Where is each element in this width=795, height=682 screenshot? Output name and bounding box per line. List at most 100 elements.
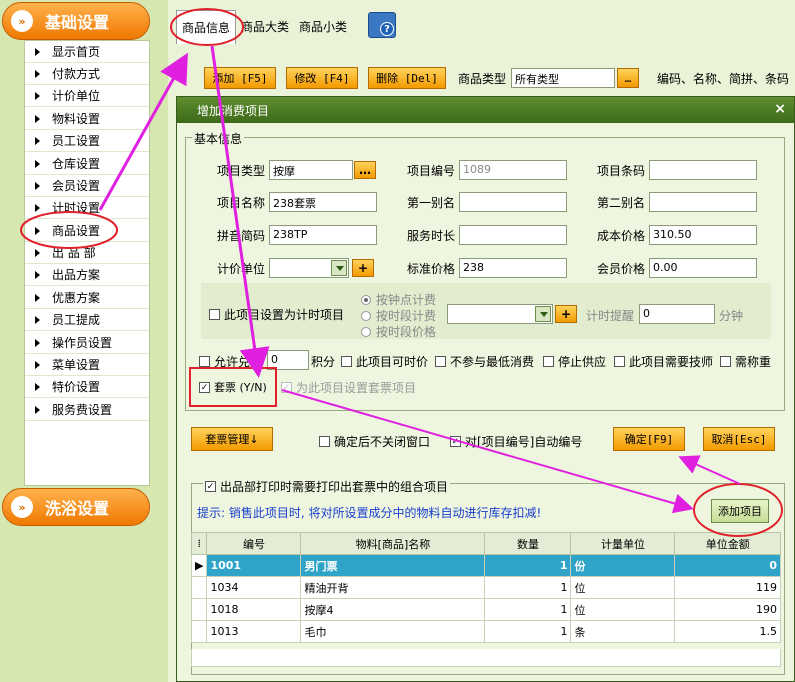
cell-name[interactable]: 毛巾 xyxy=(300,620,486,643)
no-close-checkbox[interactable]: 确定后不关闭窗口 xyxy=(319,433,430,450)
ok-button[interactable]: 确定[F9] xyxy=(613,427,685,451)
cell-qty[interactable]: 1 xyxy=(484,598,572,621)
item-type-picker-button[interactable]: … xyxy=(354,161,376,179)
cell-name[interactable]: 男门票 xyxy=(300,554,486,577)
barcode-field[interactable] xyxy=(649,160,757,180)
table-row[interactable]: ▶ 1001 男门票 1 份 0 xyxy=(190,554,781,577)
stop-supply-checkbox[interactable]: 停止供应 xyxy=(543,353,606,370)
cell-unit[interactable]: 份 xyxy=(570,554,676,577)
cell-price[interactable]: 0 xyxy=(674,554,781,577)
cell-name[interactable]: 精油开背 xyxy=(300,576,486,599)
arrow-right-icon xyxy=(35,382,40,391)
cell-unit[interactable]: 位 xyxy=(570,598,676,621)
section-bath-settings[interactable]: » 洗浴设置 xyxy=(2,488,150,526)
cell-price[interactable]: 1.5 xyxy=(674,620,781,643)
cell-qty[interactable]: 1 xyxy=(484,620,572,643)
cell-name[interactable]: 按摩4 xyxy=(300,598,486,621)
no-min-consume-checkbox[interactable]: 不参与最低消费 xyxy=(435,353,534,370)
sidebar-item-commission[interactable]: 员工提成 xyxy=(25,309,149,331)
unit-add-button[interactable]: + xyxy=(352,259,374,277)
cell-unit[interactable]: 条 xyxy=(570,620,676,643)
radio-period-price[interactable]: 按时段价格 xyxy=(361,323,436,340)
cancel-button[interactable]: 取消[Esc] xyxy=(703,427,775,451)
table-row[interactable]: 1018 按摩4 1 位 190 xyxy=(190,598,781,621)
help-icon[interactable]: ? xyxy=(368,12,396,38)
cell-code[interactable]: 1013 xyxy=(206,620,302,643)
section-title: 基础设置 xyxy=(45,13,110,32)
arrow-right-icon xyxy=(35,91,40,100)
need-tech-checkbox[interactable]: 此项目需要技师 xyxy=(614,353,713,370)
service-time-field[interactable] xyxy=(459,225,567,245)
alias2-field[interactable] xyxy=(649,192,757,212)
sidebar-item-staff[interactable]: 员工设置 xyxy=(25,130,149,152)
sidebar-item-timing[interactable]: 计时设置 xyxy=(25,197,149,219)
column-header[interactable]: 物料[商品]名称 xyxy=(300,532,486,555)
column-header[interactable]: 编号 xyxy=(206,532,302,555)
sidebar-item-warehouse[interactable]: 仓库设置 xyxy=(25,153,149,175)
timed-price-checkbox[interactable]: 此项目可时价 xyxy=(341,353,428,370)
close-icon[interactable]: × xyxy=(774,101,786,117)
delete-button[interactable]: 删除 [Del] xyxy=(368,67,446,89)
check-icon: ✓ xyxy=(205,481,216,492)
package-mgmt-button[interactable]: 套票管理↓ xyxy=(191,427,273,451)
table-row[interactable]: 1013 毛巾 1 条 1.5 xyxy=(190,620,781,643)
sidebar-item-units[interactable]: 计价单位 xyxy=(25,85,149,107)
cell-qty[interactable]: 1 xyxy=(484,576,572,599)
cell-code[interactable]: 1034 xyxy=(206,576,302,599)
column-header[interactable]: 数量 xyxy=(484,532,572,555)
set-package-checkbox[interactable]: ✓ 为此项目设置套票项目 xyxy=(281,379,416,396)
tab-product-info[interactable]: 商品信息 xyxy=(176,10,237,44)
sidebar-item-service-fee[interactable]: 服务费设置 xyxy=(25,399,149,421)
add-item-button[interactable]: 添加项目 xyxy=(711,499,769,523)
tab-product-subcategory[interactable]: 商品小类 xyxy=(294,10,352,44)
checkbox-label: 此项目可时价 xyxy=(356,355,429,369)
section-basic-settings[interactable]: » 基础设置 xyxy=(2,2,150,40)
sidebar-item-home[interactable]: 显示首页 xyxy=(25,41,149,63)
remind-field[interactable]: 0 xyxy=(639,304,715,324)
item-code-field[interactable]: 1089 xyxy=(459,160,567,180)
column-header[interactable]: 单位金额 xyxy=(674,532,781,555)
sidebar-item-menu[interactable]: 菜单设置 xyxy=(25,354,149,376)
timing-plan-add-button[interactable]: + xyxy=(555,305,577,323)
item-name-field[interactable]: 238套票 xyxy=(269,192,377,212)
pinyin-field[interactable]: 238TP xyxy=(269,225,377,245)
unit-select[interactable] xyxy=(269,258,349,278)
sidebar-item-products[interactable]: 商品设置 xyxy=(25,220,149,242)
arrow-right-icon xyxy=(35,405,40,414)
std-price-field[interactable]: 238 xyxy=(459,258,567,278)
sidebar-item-operator[interactable]: 操作员设置 xyxy=(25,332,149,354)
tab-product-category[interactable]: 商品大类 xyxy=(236,10,294,44)
edit-button[interactable]: 修改 [F4] xyxy=(286,67,358,89)
need-weigh-checkbox[interactable]: 需称重 xyxy=(720,353,771,370)
sidebar-item-special-price[interactable]: 特价设置 xyxy=(25,376,149,398)
radio-by-hour[interactable]: 按钟点计费 xyxy=(361,291,436,308)
sidebar-item-discount[interactable]: 优惠方案 xyxy=(25,287,149,309)
dialog-title: 增加消费项目 xyxy=(197,103,270,118)
table-row[interactable]: 1034 精油开背 1 位 119 xyxy=(190,576,781,599)
sidebar-item-member[interactable]: 会员设置 xyxy=(25,175,149,197)
sidebar-item-payment[interactable]: 付款方式 xyxy=(25,63,149,85)
type-select[interactable]: 所有类型 xyxy=(511,68,616,88)
cell-code[interactable]: 1018 xyxy=(206,598,302,621)
cell-price[interactable]: 190 xyxy=(674,598,781,621)
print-combo-checkbox[interactable]: ✓ 出品部打印时需要打印出套票中的组合项目 xyxy=(203,478,451,495)
checkbox-label: 停止供应 xyxy=(558,355,607,369)
member-price-field[interactable]: 0.00 xyxy=(649,258,757,278)
add-button[interactable]: 添加 [F5] xyxy=(204,67,276,89)
cell-qty[interactable]: 1 xyxy=(484,554,572,577)
cell-price[interactable]: 119 xyxy=(674,576,781,599)
auto-number-checkbox[interactable]: ✓ 对[项目编号]自动编号 xyxy=(450,433,582,450)
item-type-field[interactable]: 按摩 xyxy=(269,160,353,180)
cost-price-field[interactable]: 310.50 xyxy=(649,225,757,245)
sidebar-item-output-dept[interactable]: 出 品 部 xyxy=(25,242,149,264)
sidebar-item-materials[interactable]: 物料设置 xyxy=(25,108,149,130)
radio-by-period[interactable]: 按时段计费 xyxy=(361,307,436,324)
timing-plan-select[interactable] xyxy=(447,304,553,324)
cell-unit[interactable]: 位 xyxy=(570,576,676,599)
sidebar-item-output-plan[interactable]: 出品方案 xyxy=(25,264,149,286)
alias1-field[interactable] xyxy=(459,192,567,212)
column-header[interactable]: 计量单位 xyxy=(570,532,676,555)
type-picker-button[interactable]: … xyxy=(617,68,640,88)
cell-code[interactable]: 1001 xyxy=(206,554,302,577)
timing-checkbox[interactable]: 此项目设置为计时项目 xyxy=(209,306,344,323)
